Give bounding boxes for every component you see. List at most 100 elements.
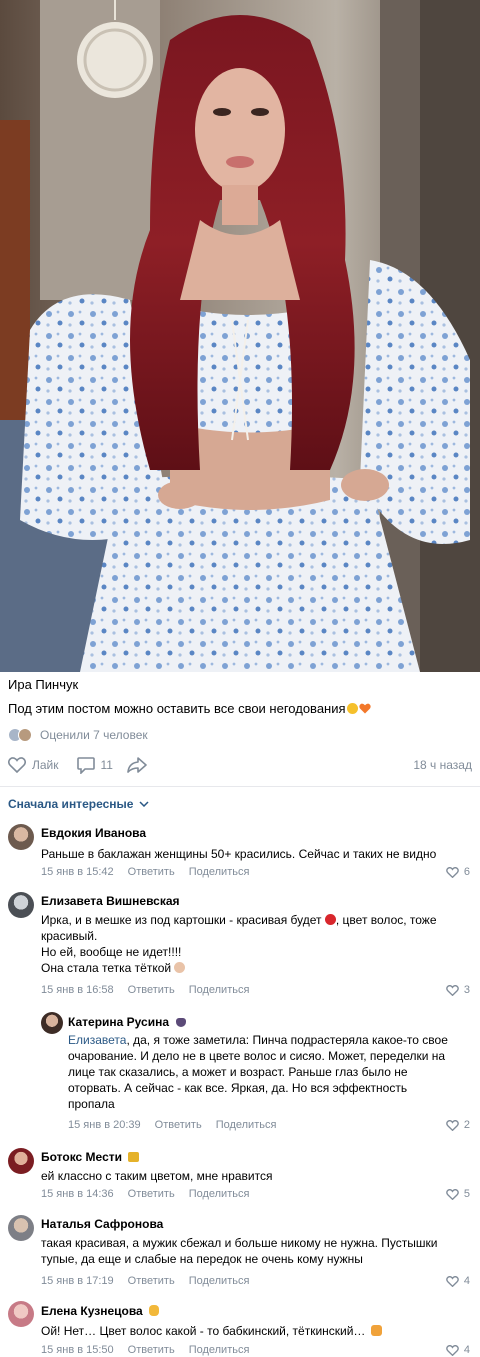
comment-author[interactable]: Евдокия Иванова xyxy=(41,826,146,840)
comment-author-name: Катерина Русина xyxy=(68,1015,170,1029)
like-button[interactable]: Лайк xyxy=(8,757,59,773)
comment: Евдокия Иванова Раньше в баклажан женщин… xyxy=(0,822,480,882)
comment-author[interactable]: Ботокс Мести xyxy=(41,1150,140,1164)
rated-by-row[interactable]: Оценили 7 человек xyxy=(8,727,148,743)
heart-icon xyxy=(8,757,26,773)
comment-author[interactable]: Наталья Сафронова xyxy=(41,1217,163,1231)
comment-meta: 15 янв в 14:36 Ответить Поделиться xyxy=(41,1188,263,1200)
avatar[interactable] xyxy=(8,1301,34,1327)
comment-date[interactable]: 15 янв в 17:19 xyxy=(41,1275,114,1287)
heart-icon xyxy=(446,1275,459,1287)
comment-line: Ирка, и в мешке из под картошки - красив… xyxy=(41,913,322,927)
comment-meta: 15 янв в 16:58 Ответить Поделиться xyxy=(41,984,263,996)
comment-date[interactable]: 15 янв в 16:58 xyxy=(41,984,114,996)
share-comment-button[interactable]: Поделиться xyxy=(189,1344,250,1356)
comment-icon xyxy=(76,756,95,774)
share-comment-button[interactable]: Поделиться xyxy=(189,984,250,996)
comment-date[interactable]: 15 янв в 15:42 xyxy=(41,866,114,878)
avatar[interactable] xyxy=(8,1215,34,1241)
heart-icon xyxy=(446,984,459,996)
comment-author[interactable]: Катерина Русина xyxy=(68,1015,187,1029)
comment-like-button[interactable]: 3 xyxy=(446,984,470,996)
comment-line: красивый. xyxy=(41,929,98,943)
reply-comment: Катерина Русина Елизавета, да, я тоже за… xyxy=(0,1010,480,1142)
dancer-emoji-icon xyxy=(324,914,336,925)
comment-date[interactable]: 15 янв в 14:36 xyxy=(41,1188,114,1200)
rater-avatar xyxy=(18,728,32,742)
post-photo[interactable] xyxy=(0,0,480,672)
share-comment-button[interactable]: Поделиться xyxy=(189,866,250,878)
reply-mention-link[interactable]: Елизавета xyxy=(68,1033,126,1047)
comments-count: 11 xyxy=(100,758,113,772)
reply-button[interactable]: Ответить xyxy=(155,1119,202,1131)
sort-label: Сначала интересные xyxy=(8,797,134,811)
chevron-down-icon xyxy=(139,801,149,807)
comment-like-button[interactable]: 4 xyxy=(446,1275,470,1287)
heart-icon xyxy=(446,866,459,878)
comment-like-button[interactable]: 2 xyxy=(446,1119,470,1131)
comment-date[interactable]: 15 янв в 20:39 xyxy=(68,1119,141,1131)
share-icon xyxy=(127,757,147,773)
comment-author-name: Ботокс Мести xyxy=(41,1150,122,1164)
comment-author[interactable]: Елена Кузнецова xyxy=(41,1304,160,1318)
comment: Елизавета Вишневская Ирка, и в мешке из … xyxy=(0,890,480,1002)
comment: Наталья Сафронова такая красивая, а мужи… xyxy=(0,1213,480,1293)
comment-like-count: 4 xyxy=(463,1275,470,1287)
orange-heart-emoji-icon xyxy=(358,702,371,717)
comment-line: такая красивая, а мужик сбежал и больше … xyxy=(41,1236,438,1250)
comment-meta: 15 янв в 20:39 Ответить Поделиться xyxy=(68,1119,290,1131)
comment-like-button[interactable]: 4 xyxy=(446,1344,470,1356)
comment-line: Но ей, вообще не идет!!!! xyxy=(41,945,182,959)
avatar[interactable] xyxy=(8,892,34,918)
comment-text: такая красивая, а мужик сбежал и больше … xyxy=(41,1235,471,1267)
comment-text: ей классно с таким цветом, мне нравится xyxy=(41,1169,273,1183)
comment-like-count: 6 xyxy=(463,866,470,878)
cat-emoji-icon xyxy=(176,1018,187,1027)
comment-line: , да, я тоже заметила: Пинча подрастерял… xyxy=(126,1033,448,1047)
comment-meta: 15 янв в 15:42 Ответить Поделиться xyxy=(41,866,263,878)
heart-icon xyxy=(446,1344,459,1356)
comment-line: тупые, да еще и слабые на передок не оче… xyxy=(41,1252,363,1266)
comment-author-name: Елена Кузнецова xyxy=(41,1304,143,1318)
comment: Ботокс Мести ей классно с таким цветом, … xyxy=(0,1146,480,1206)
reply-button[interactable]: Ответить xyxy=(128,1188,175,1200)
comment-like-button[interactable]: 5 xyxy=(446,1188,470,1200)
share-comment-button[interactable]: Поделиться xyxy=(216,1119,277,1131)
post-actions-bar: Лайк 11 18 ч назад xyxy=(8,755,472,775)
laughing-emoji-icon xyxy=(346,703,358,714)
woman-in-floral-dress-image xyxy=(0,0,480,672)
share-comment-button[interactable]: Поделиться xyxy=(189,1275,250,1287)
reply-button[interactable]: Ответить xyxy=(128,866,175,878)
comment-like-count: 3 xyxy=(463,984,470,996)
comments-button[interactable]: 11 xyxy=(76,756,113,774)
post-text: Под этим постом можно оставить все свои … xyxy=(8,701,371,717)
reply-button[interactable]: Ответить xyxy=(128,1344,175,1356)
comment-meta: 15 янв в 17:19 Ответить Поделиться xyxy=(41,1275,263,1287)
comment-date[interactable]: 15 янв в 15:50 xyxy=(41,1344,114,1356)
post-time[interactable]: 18 ч назад xyxy=(413,758,472,772)
share-button[interactable] xyxy=(127,757,153,773)
avatar[interactable] xyxy=(8,824,34,850)
woman-emoji-icon xyxy=(174,962,186,973)
reply-button[interactable]: Ответить xyxy=(128,984,175,996)
comment-like-count: 5 xyxy=(463,1188,470,1200)
thumbs-down-emoji-icon xyxy=(370,1325,382,1336)
ok-hand-emoji-icon xyxy=(149,1305,160,1316)
avatar[interactable] xyxy=(41,1012,63,1034)
share-comment-button[interactable]: Поделиться xyxy=(189,1188,250,1200)
comment-author[interactable]: Елизавета Вишневская xyxy=(41,894,180,908)
comment-like-button[interactable]: 6 xyxy=(446,866,470,878)
reply-button[interactable]: Ответить xyxy=(128,1275,175,1287)
comment-line: Ой! Нет… Цвет волос какой - то бабкински… xyxy=(41,1324,366,1338)
comment-text: Раньше в баклажан женщины 50+ красились.… xyxy=(41,847,437,861)
comment-text: Ирка, и в мешке из под картошки - красив… xyxy=(41,912,471,976)
avatar[interactable] xyxy=(8,1148,34,1174)
divider xyxy=(0,786,480,787)
post-text-content: Под этим постом можно оставить все свои … xyxy=(8,701,346,716)
post-author-name[interactable]: Ира Пинчук xyxy=(8,677,78,692)
comments-sort-dropdown[interactable]: Сначала интересные xyxy=(8,797,149,811)
rated-count-text: Оценили 7 человек xyxy=(40,728,148,742)
comment-like-count: 4 xyxy=(463,1344,470,1356)
comment: Елена Кузнецова Ой! Нет… Цвет волос како… xyxy=(0,1299,480,1357)
comment-like-count: 2 xyxy=(463,1119,470,1131)
